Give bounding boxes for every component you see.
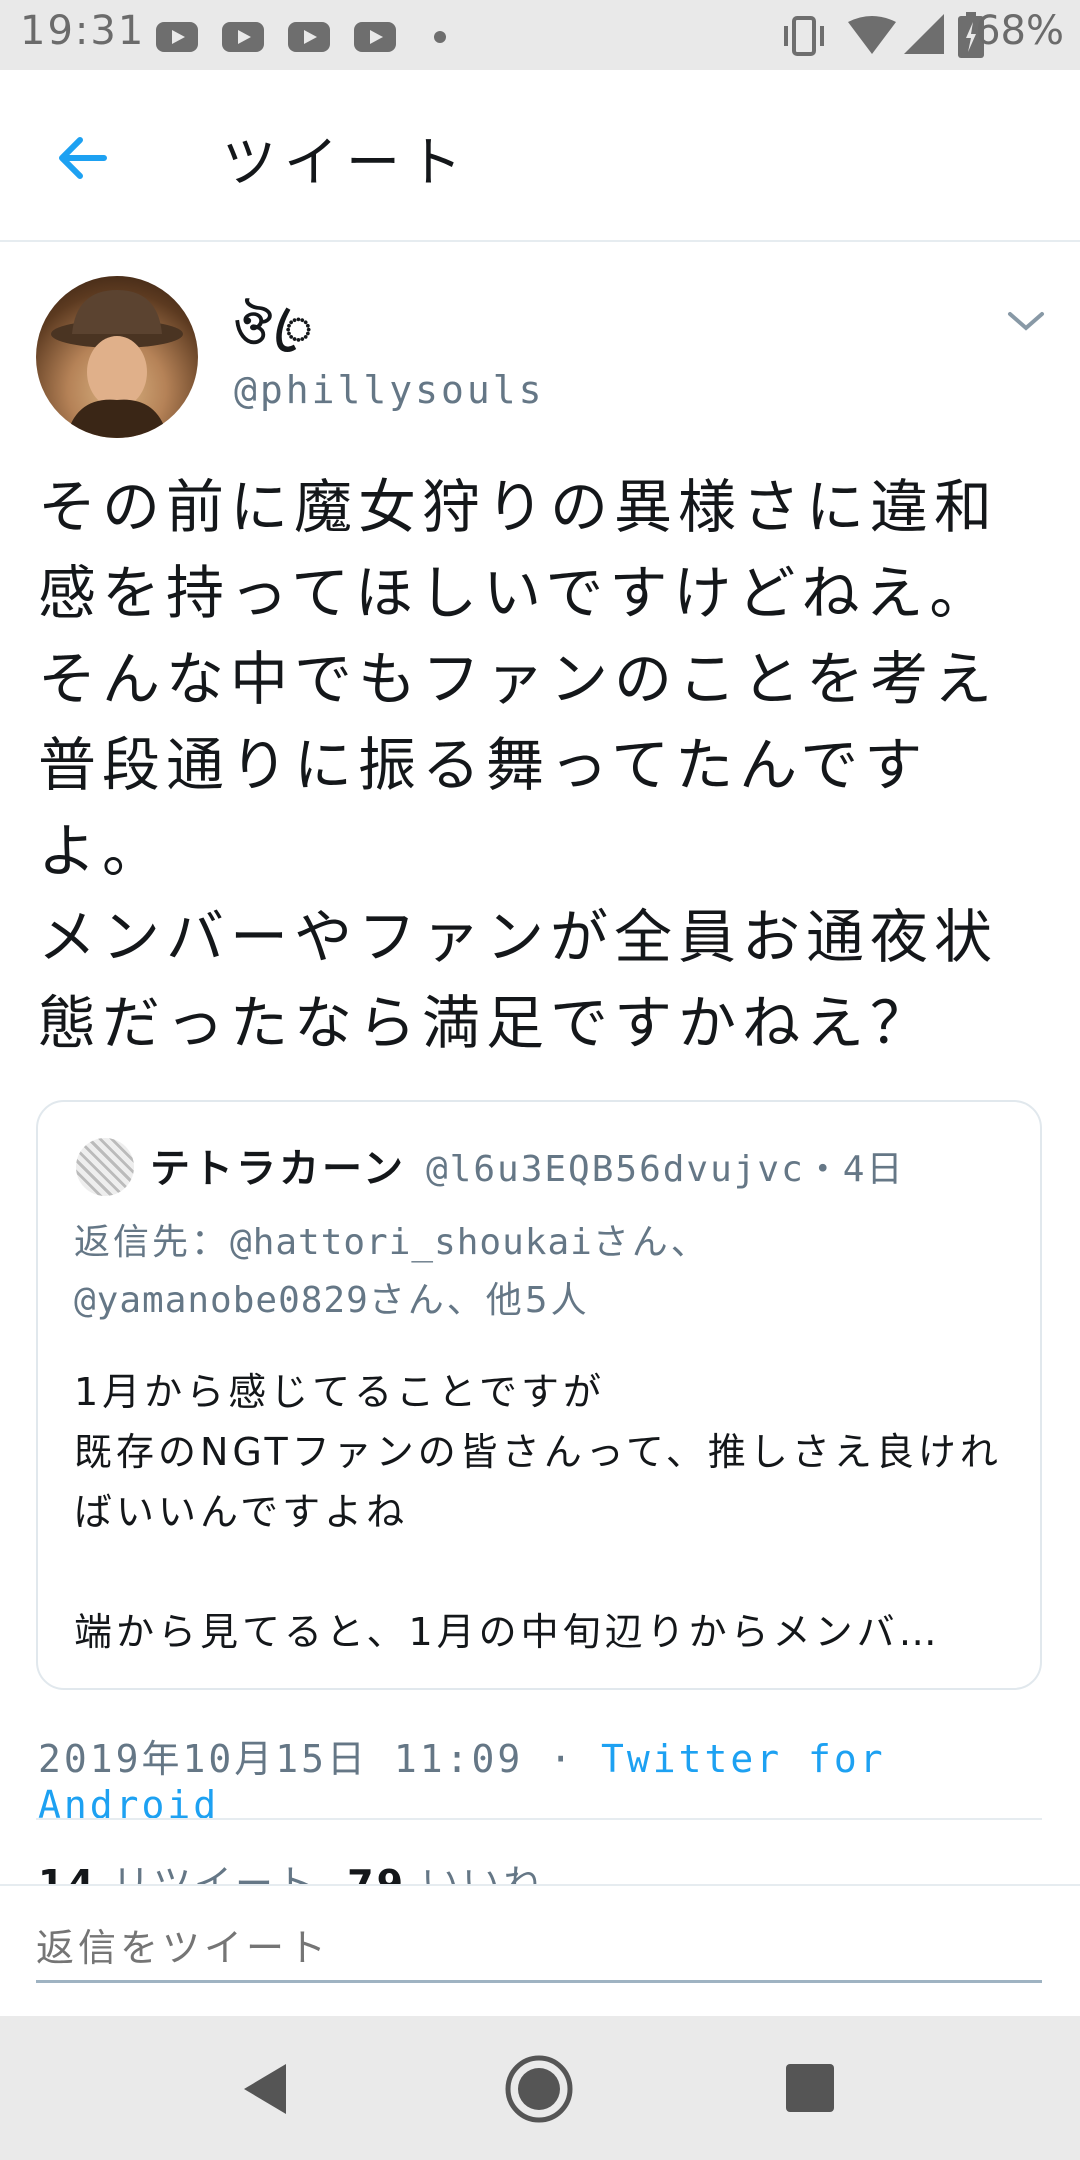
tweet-text: その前に魔女狩りの異様さに違和感を持ってほしいですけどねえ。 そんな中でもファン… — [38, 473, 999, 1057]
dot-icon — [434, 31, 446, 43]
user-handle[interactable]: @phillysouls — [234, 368, 545, 412]
chevron-down-icon[interactable] — [1006, 306, 1046, 336]
app-header: ツイート — [0, 70, 1080, 242]
reply-handle-2[interactable]: @yamanobe0829 — [74, 1280, 369, 1321]
like-count[interactable]: 79 — [347, 1862, 406, 1884]
status-bar: 19:31 68% — [0, 0, 1080, 70]
page-title: ツイート — [222, 131, 470, 194]
navigation-bar — [0, 2016, 1080, 2160]
quoted-display-name: テトラカーン — [150, 1146, 406, 1192]
vibrate-icon — [784, 16, 824, 56]
reply-suffix-1: さん、 — [592, 1222, 710, 1263]
back-triangle-icon[interactable] — [240, 2062, 290, 2116]
reply-suffix-2: さん、他5人 — [368, 1280, 590, 1321]
tweet-timestamp: 2019年10月15日 11:09 — [38, 1737, 524, 1781]
retweet-label[interactable]: リツイート — [112, 1862, 317, 1884]
youtube-icon — [222, 22, 264, 52]
wifi-icon — [848, 16, 896, 54]
tweet-meta: 2019年10月15日 11:09 · Twitter for Android — [38, 1728, 1080, 1827]
reply-handle-1[interactable]: @hattori_shoukai — [230, 1222, 593, 1263]
signal-icon — [904, 14, 944, 54]
avatar[interactable] — [36, 276, 198, 438]
battery-percent: 68% — [975, 8, 1064, 54]
recents-square-icon[interactable] — [786, 2064, 834, 2112]
youtube-icon — [156, 22, 198, 52]
tweet-stats: 14 リツイート 79 いいね — [38, 1862, 544, 1884]
reply-prefix: 返信先： — [74, 1222, 231, 1263]
quoted-reply-to: 返信先：@hattori_shoukaiさん、 @yamanobe0829さん、… — [74, 1214, 1014, 1330]
quoted-handle: @l6u3EQB56dvujvc・4日 — [426, 1149, 905, 1190]
quoted-tweet[interactable]: テトラカーン @l6u3EQB56dvujvc・4日 返信先：@hattori_… — [36, 1100, 1042, 1690]
quoted-avatar — [76, 1138, 134, 1196]
arrow-left-icon[interactable] — [52, 128, 112, 188]
youtube-icon — [288, 22, 330, 52]
retweet-count[interactable]: 14 — [38, 1862, 97, 1884]
meta-separator: · — [549, 1737, 576, 1781]
quoted-text: 1月から感じてることですが 既存のNGTファンの皆さんって、推しさえ良ければいい… — [74, 1370, 1002, 1654]
status-time: 19:31 — [20, 8, 146, 54]
reply-bar — [0, 1884, 1080, 2018]
youtube-icon — [354, 22, 396, 52]
divider — [36, 1818, 1042, 1820]
home-circle-icon[interactable] — [504, 2054, 574, 2124]
reply-input[interactable] — [36, 1916, 1042, 1983]
like-label[interactable]: いいね — [421, 1862, 544, 1884]
avatar-portrait-icon — [51, 290, 183, 438]
